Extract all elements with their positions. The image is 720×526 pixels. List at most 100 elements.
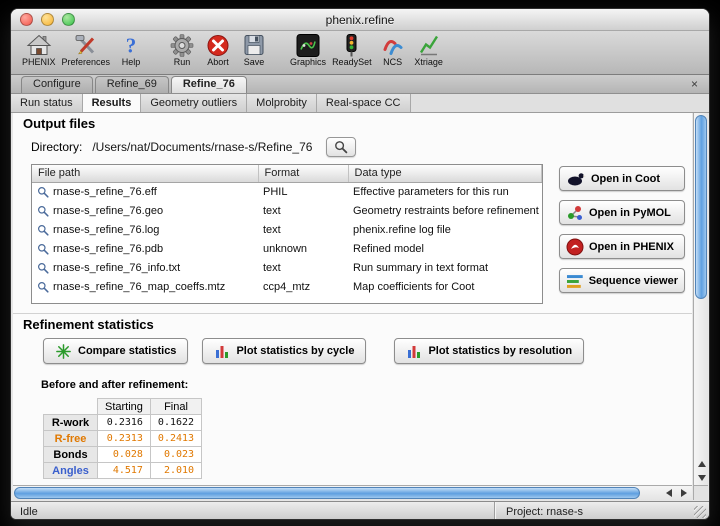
file-data-type: Effective parameters for this run	[348, 182, 542, 201]
button-label: Open in Coot	[591, 173, 660, 185]
project-status: Project: rnase-s	[495, 506, 709, 518]
button-gap	[366, 338, 394, 364]
results-pane: Output files Directory: /Users/nat/Docum…	[13, 113, 692, 485]
vertical-scrollbar-thumb[interactable]	[695, 115, 707, 299]
traffic-lights	[20, 13, 75, 26]
stats-row-angles: Angles 4.517 2.010	[44, 463, 202, 479]
file-path: rnase-s_refine_76_map_coeffs.mtz	[53, 281, 225, 293]
subtab-results[interactable]: Results	[83, 94, 142, 112]
save-icon	[243, 32, 265, 59]
starting-value: 4.517	[98, 463, 151, 479]
toolbar-button-phenix[interactable]: PHENIX	[19, 32, 59, 67]
resize-grip-icon[interactable]	[694, 506, 706, 518]
traffic-light-icon	[343, 32, 360, 59]
toolbar-button-graphics[interactable]: Graphics	[287, 32, 329, 67]
magnifier-icon	[334, 140, 348, 154]
open-in-pymol-button[interactable]: Open in PyMOL	[559, 200, 685, 225]
titlebar[interactable]: phenix.refine	[11, 9, 709, 31]
subtab-molprobity[interactable]: Molprobity	[247, 94, 317, 112]
file-data-type: Map coefficients for Coot	[348, 277, 542, 296]
toolbar-button-preferences[interactable]: Preferences	[59, 32, 114, 67]
subtab-run-status[interactable]: Run status	[11, 94, 83, 112]
vertical-scrollbar[interactable]	[693, 113, 708, 485]
row-label: Angles	[44, 463, 98, 479]
magnifier-icon	[37, 281, 49, 293]
button-label: Compare statistics	[78, 345, 176, 357]
file-path: rnase-s_refine_76.log	[53, 224, 159, 236]
scroll-up-button[interactable]	[694, 457, 709, 471]
notebook-tabbar: Configure Refine_69 Refine_76 ×	[11, 75, 709, 94]
minimize-window-button[interactable]	[41, 13, 54, 26]
file-row[interactable]: rnase-s_refine_76.geo text Geometry rest…	[32, 201, 542, 220]
magnifier-icon	[37, 224, 49, 236]
magnifier-icon	[37, 262, 49, 274]
col-file-path[interactable]: File path	[32, 165, 258, 182]
close-tab-icon[interactable]: ×	[688, 77, 701, 91]
pymol-icon	[566, 204, 584, 222]
file-format: text	[258, 258, 348, 277]
toolbar-button-readyset[interactable]: ReadySet	[329, 32, 375, 67]
sequence-viewer-button[interactable]: Sequence viewer	[559, 268, 685, 293]
before-after-caption: Before and after refinement:	[41, 379, 692, 391]
file-row[interactable]: rnase-s_refine_76_map_coeffs.mtz ccp4_mt…	[32, 277, 542, 296]
scroll-left-button[interactable]	[661, 486, 676, 500]
blank-cell	[44, 399, 98, 415]
horizontal-scrollbar-thumb[interactable]	[14, 487, 640, 499]
phenix-refine-window: phenix.refine PHENIX	[10, 8, 710, 520]
toolbar-button-save[interactable]: Save	[236, 32, 272, 67]
tab-refine-76[interactable]: Refine_76	[171, 76, 247, 93]
toolbar-button-help[interactable]: ? Help	[113, 32, 149, 67]
graphics-icon	[296, 32, 320, 59]
browse-directory-button[interactable]	[326, 137, 356, 157]
file-row[interactable]: rnase-s_refine_76.pdb unknown Refined mo…	[32, 239, 542, 258]
coot-bird-icon	[566, 171, 586, 187]
file-row[interactable]: rnase-s_refine_76.eff PHIL Effective par…	[32, 182, 542, 201]
toolbar-button-ncs[interactable]: NCS	[375, 32, 411, 67]
file-format: ccp4_mtz	[258, 277, 348, 296]
statistics-buttons: Compare statistics Plot statistics by cy…	[43, 338, 692, 364]
status-bar: Idle Project: rnase-s	[11, 501, 709, 520]
button-label: Plot statistics by resolution	[428, 345, 572, 357]
toolbar-label: Help	[122, 57, 141, 67]
final-value: 0.1622	[150, 415, 201, 431]
phenix-home-icon	[26, 32, 52, 59]
output-files-heading: Output files	[23, 116, 692, 131]
row-label: R-work	[44, 415, 98, 431]
stats-row-bonds: Bonds 0.028 0.023	[44, 447, 202, 463]
plot-statistics-by-cycle-button[interactable]: Plot statistics by cycle	[202, 338, 366, 364]
scroll-down-button[interactable]	[694, 471, 709, 485]
tab-refine-69[interactable]: Refine_69	[95, 76, 169, 93]
toolbar-button-xtriage[interactable]: Xtriage	[411, 32, 447, 67]
open-in-coot-button[interactable]: Open in Coot	[559, 166, 685, 191]
row-label: Bonds	[44, 447, 98, 463]
subtab-real-space-cc[interactable]: Real-space CC	[317, 94, 411, 112]
output-files-section: File path Format Data type rnase-s_refin…	[31, 164, 692, 304]
subtab-geometry-outliers[interactable]: Geometry outliers	[141, 94, 247, 112]
abort-icon	[206, 32, 230, 59]
plot-statistics-by-resolution-button[interactable]: Plot statistics by resolution	[394, 338, 584, 364]
zoom-window-button[interactable]	[62, 13, 75, 26]
file-path: rnase-s_refine_76.pdb	[53, 243, 163, 255]
file-path: rnase-s_refine_76_info.txt	[53, 262, 180, 274]
scroll-right-button[interactable]	[676, 486, 691, 500]
col-format[interactable]: Format	[258, 165, 348, 182]
refinement-statistics-heading: Refinement statistics	[23, 317, 692, 332]
toolbar-button-abort[interactable]: Abort	[200, 32, 236, 67]
file-row[interactable]: rnase-s_refine_76.log text phenix.refine…	[32, 220, 542, 239]
horizontal-scrollbar[interactable]	[13, 485, 692, 500]
file-format: unknown	[258, 239, 348, 258]
file-row[interactable]: rnase-s_refine_76_info.txt text Run summ…	[32, 258, 542, 277]
tab-configure[interactable]: Configure	[21, 76, 93, 93]
toolbar-button-run[interactable]: Run	[164, 32, 200, 67]
compare-statistics-button[interactable]: Compare statistics	[43, 338, 188, 364]
compare-star-icon	[55, 343, 72, 360]
open-in-phenix-button[interactable]: Open in PHENIX	[559, 234, 685, 259]
col-final: Final	[150, 399, 201, 415]
close-window-button[interactable]	[20, 13, 33, 26]
content-area: Output files Directory: /Users/nat/Docum…	[11, 113, 709, 501]
button-label: Sequence viewer	[589, 275, 678, 287]
col-data-type[interactable]: Data type	[348, 165, 542, 182]
directory-path: /Users/nat/Documents/rnase-s/Refine_76	[92, 140, 312, 154]
xtriage-icon	[418, 32, 440, 59]
starting-value: 0.028	[98, 447, 151, 463]
